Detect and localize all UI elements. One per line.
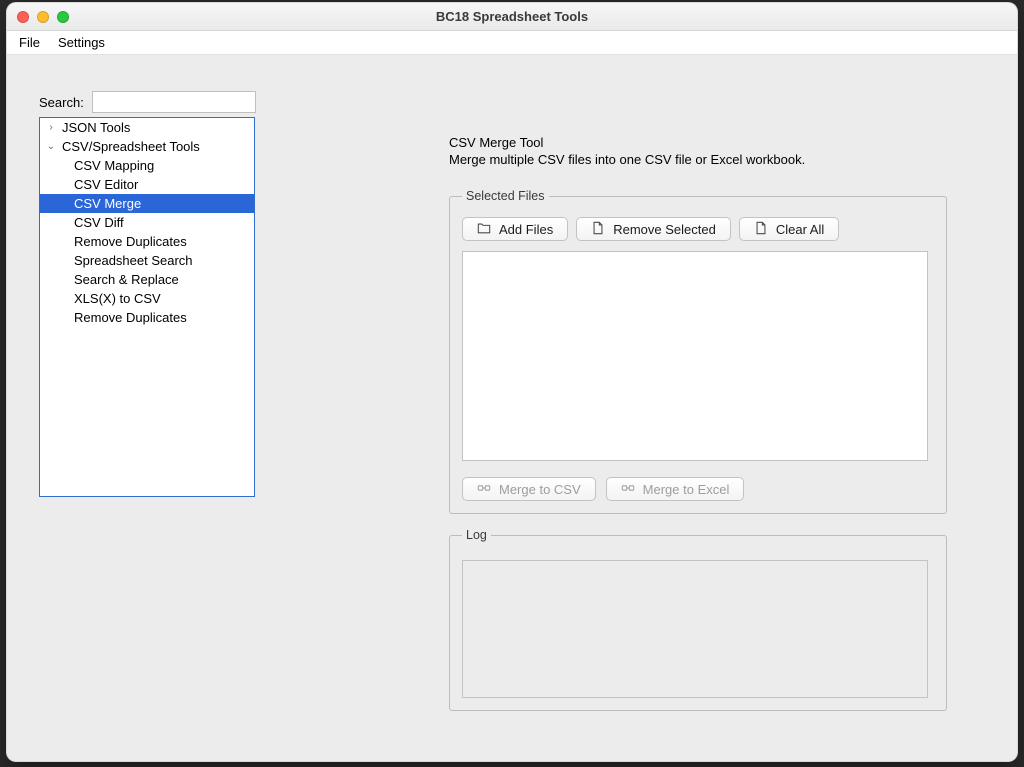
tree-item-label: Remove Duplicates bbox=[74, 234, 187, 249]
selected-files-group: Selected Files Add Files Remove Selected bbox=[449, 189, 947, 514]
chevron-right-icon: › bbox=[46, 122, 56, 133]
merge-to-csv-label: Merge to CSV bbox=[499, 482, 581, 497]
tree-item-csv-merge[interactable]: CSV Merge bbox=[40, 194, 254, 213]
file-icon bbox=[754, 221, 768, 238]
add-files-label: Add Files bbox=[499, 222, 553, 237]
tree-item-remove-duplicates[interactable]: Remove Duplicates bbox=[40, 308, 254, 327]
tree-item-remove-duplicates[interactable]: Remove Duplicates bbox=[40, 232, 254, 251]
main-pane: CSV Merge Tool Merge multiple CSV files … bbox=[449, 135, 947, 725]
tree-item-label: Spreadsheet Search bbox=[74, 253, 193, 268]
tree-item-json-tools[interactable]: › JSON Tools bbox=[40, 118, 254, 137]
tree-item-spreadsheet-search[interactable]: Spreadsheet Search bbox=[40, 251, 254, 270]
remove-selected-button[interactable]: Remove Selected bbox=[576, 217, 731, 241]
tree-item-label: CSV Merge bbox=[74, 196, 141, 211]
tree-item-xls-x-to-csv[interactable]: XLS(X) to CSV bbox=[40, 289, 254, 308]
clear-all-label: Clear All bbox=[776, 222, 824, 237]
tree-item-csv-spreadsheet-tools[interactable]: ⌄ CSV/Spreadsheet Tools bbox=[40, 137, 254, 156]
content-area: Search: › JSON Tools ⌄ CSV/Spreadsheet Tool… bbox=[7, 55, 1017, 761]
clear-all-button[interactable]: Clear All bbox=[739, 217, 839, 241]
merge-buttons-row: Merge to CSV Merge to Excel bbox=[462, 477, 934, 501]
tree-item-label: CSV Editor bbox=[74, 177, 138, 192]
log-group: Log bbox=[449, 528, 947, 711]
remove-selected-label: Remove Selected bbox=[613, 222, 716, 237]
file-buttons-row: Add Files Remove Selected Clear All bbox=[462, 217, 934, 241]
tool-title: CSV Merge Tool bbox=[449, 135, 947, 150]
search-label: Search: bbox=[39, 95, 84, 110]
titlebar: BC18 Spreadsheet Tools bbox=[7, 3, 1017, 31]
log-output[interactable] bbox=[462, 560, 928, 698]
merge-to-csv-button[interactable]: Merge to CSV bbox=[462, 477, 596, 501]
menu-file[interactable]: File bbox=[19, 35, 40, 50]
close-window-button[interactable] bbox=[17, 11, 29, 23]
tree-item-label: CSV/Spreadsheet Tools bbox=[62, 139, 200, 154]
window-title: BC18 Spreadsheet Tools bbox=[7, 9, 1017, 24]
search-input[interactable] bbox=[92, 91, 256, 113]
file-icon bbox=[591, 221, 605, 238]
selected-files-legend: Selected Files bbox=[462, 189, 549, 203]
minimize-window-button[interactable] bbox=[37, 11, 49, 23]
tree-item-label: Remove Duplicates bbox=[74, 310, 187, 325]
window-controls bbox=[17, 11, 69, 23]
chevron-down-icon: ⌄ bbox=[46, 141, 56, 152]
menu-settings[interactable]: Settings bbox=[58, 35, 105, 50]
folder-icon bbox=[477, 221, 491, 238]
selected-files-list[interactable] bbox=[462, 251, 928, 461]
zoom-window-button[interactable] bbox=[57, 11, 69, 23]
tree-item-label: JSON Tools bbox=[62, 120, 130, 135]
tree-item-label: Search & Replace bbox=[74, 272, 179, 287]
merge-to-excel-button[interactable]: Merge to Excel bbox=[606, 477, 745, 501]
tree-item-csv-mapping[interactable]: CSV Mapping bbox=[40, 156, 254, 175]
merge-to-excel-label: Merge to Excel bbox=[643, 482, 730, 497]
tree-item-csv-diff[interactable]: CSV Diff bbox=[40, 213, 254, 232]
search-row: Search: bbox=[39, 91, 256, 113]
tree-item-label: CSV Diff bbox=[74, 215, 124, 230]
app-window: BC18 Spreadsheet Tools File Settings Sea… bbox=[6, 2, 1018, 762]
menubar: File Settings bbox=[7, 31, 1017, 55]
tree-item-label: CSV Mapping bbox=[74, 158, 154, 173]
tool-description: Merge multiple CSV files into one CSV fi… bbox=[449, 152, 947, 167]
merge-icon bbox=[621, 481, 635, 498]
tree-item-search-replace[interactable]: Search & Replace bbox=[40, 270, 254, 289]
log-legend: Log bbox=[462, 528, 491, 542]
merge-icon bbox=[477, 481, 491, 498]
tree-item-csv-editor[interactable]: CSV Editor bbox=[40, 175, 254, 194]
tree-item-label: XLS(X) to CSV bbox=[74, 291, 161, 306]
tool-tree[interactable]: › JSON Tools ⌄ CSV/Spreadsheet Tools CSV Map… bbox=[39, 117, 255, 497]
add-files-button[interactable]: Add Files bbox=[462, 217, 568, 241]
